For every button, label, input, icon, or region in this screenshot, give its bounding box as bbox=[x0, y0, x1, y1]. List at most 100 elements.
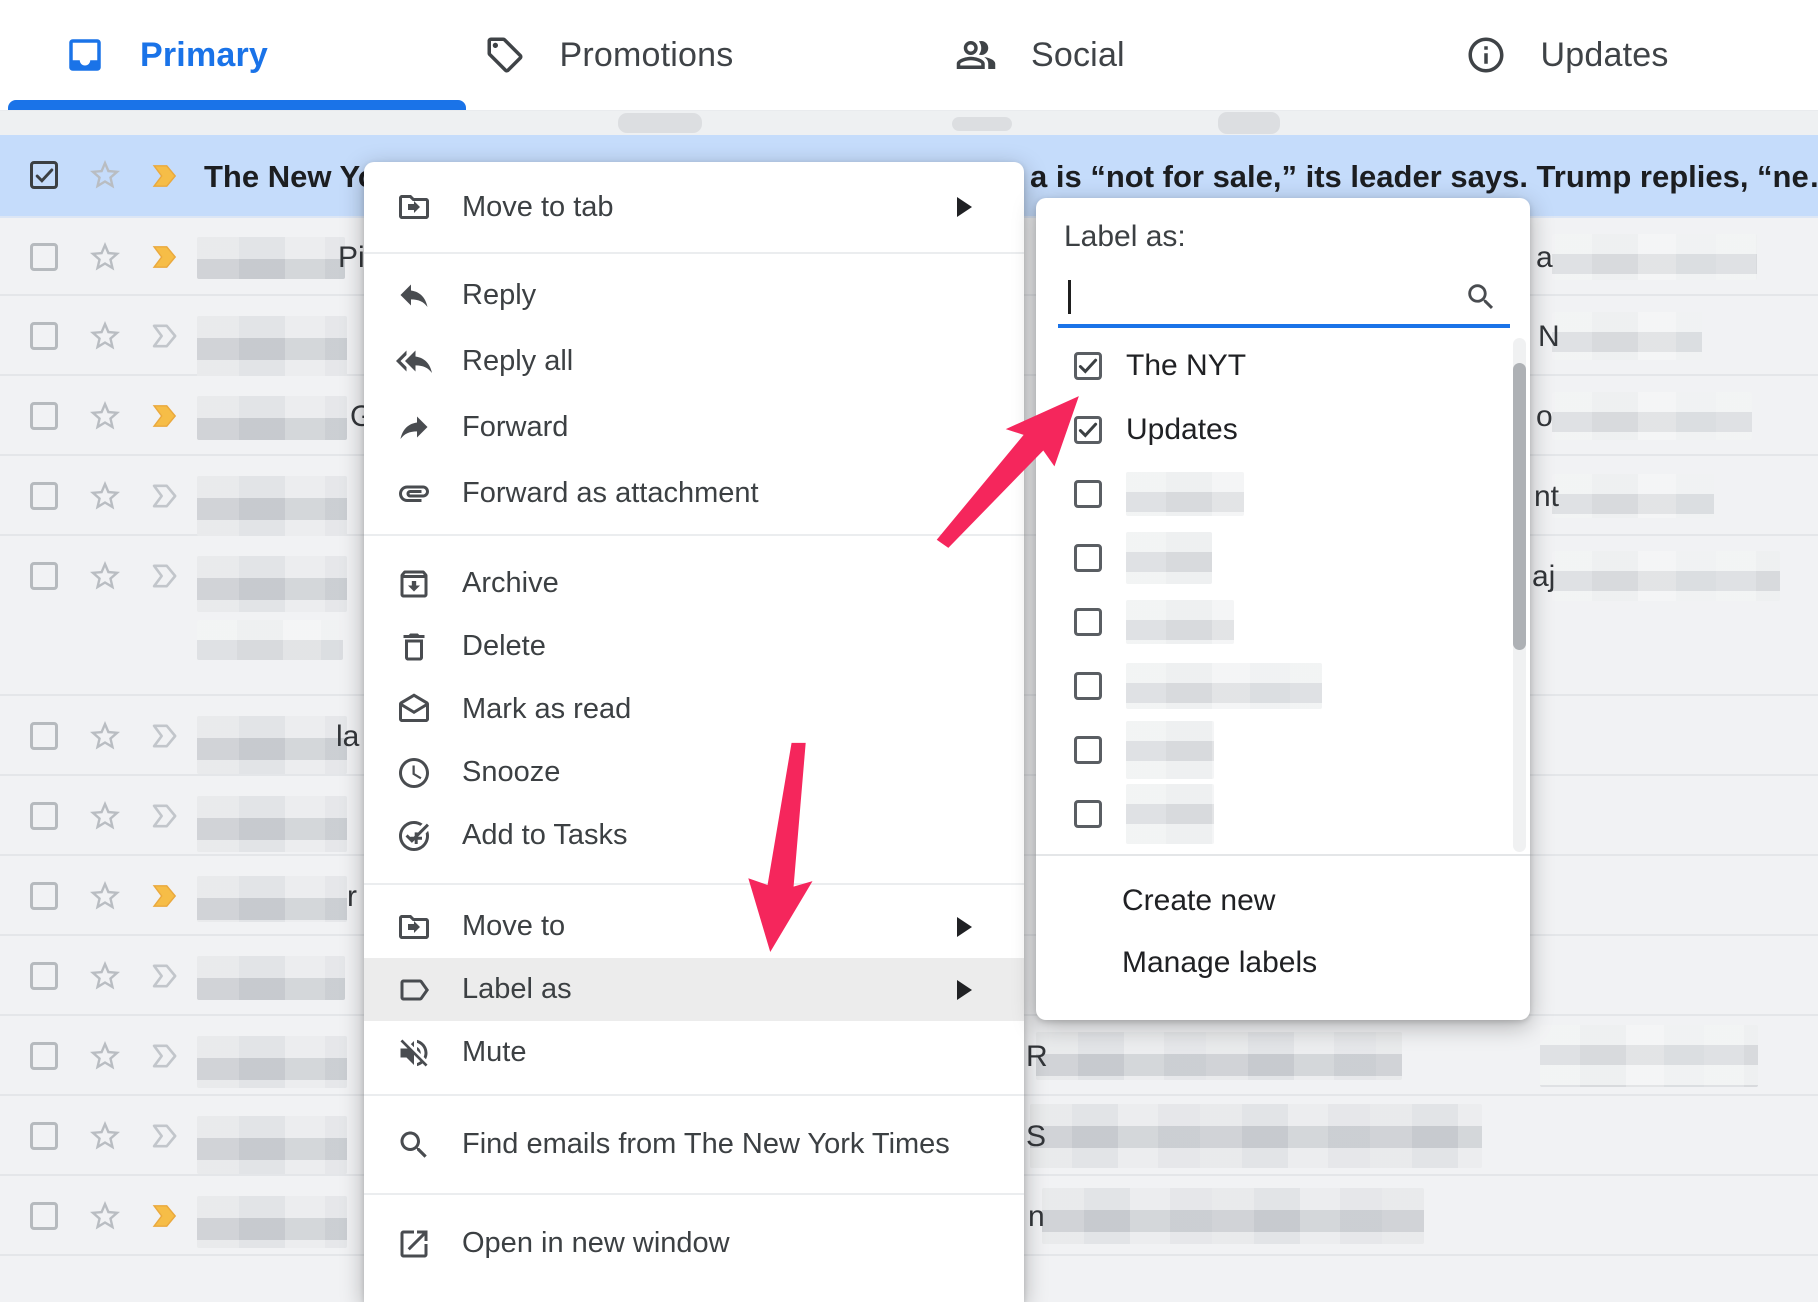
label-as-title: Label as: bbox=[1064, 220, 1186, 254]
importance-marker-yellow[interactable] bbox=[146, 400, 184, 432]
menu-item-forward-as-attachment[interactable]: Forward as attachment bbox=[364, 460, 1024, 526]
importance-marker-yellow[interactable] bbox=[146, 241, 184, 273]
row-checkbox[interactable] bbox=[30, 1202, 58, 1230]
mark-read-icon bbox=[396, 692, 432, 728]
row-checkbox[interactable] bbox=[30, 322, 58, 350]
row-checkbox[interactable] bbox=[30, 482, 58, 510]
label-option-blurred[interactable] bbox=[1036, 526, 1530, 590]
label-option-blurred[interactable] bbox=[1036, 462, 1530, 526]
star-icon[interactable] bbox=[87, 798, 123, 834]
label-checkbox[interactable] bbox=[1074, 480, 1102, 508]
reply-icon bbox=[396, 277, 432, 313]
text-fragment: a bbox=[1536, 241, 1553, 275]
tab-social-label: Social bbox=[1031, 36, 1125, 75]
menu-item-label: Forward as attachment bbox=[462, 477, 759, 510]
menu-section: Open in new window bbox=[364, 1193, 1024, 1292]
menu-item-add-to-tasks[interactable]: Add to Tasks bbox=[364, 804, 1024, 867]
scrollbar-thumb[interactable] bbox=[1513, 363, 1526, 650]
menu-item-label-as[interactable]: Label as bbox=[364, 958, 1024, 1021]
star-icon[interactable] bbox=[87, 478, 123, 514]
menu-item-mark-as-read[interactable]: Mark as read bbox=[364, 678, 1024, 741]
label-option-the-nyt[interactable]: The NYT bbox=[1036, 334, 1530, 398]
star-icon[interactable] bbox=[87, 157, 123, 193]
importance-marker-gray[interactable] bbox=[146, 720, 184, 752]
menu-section: Move to tab bbox=[364, 162, 1024, 252]
importance-marker-yellow[interactable] bbox=[146, 880, 184, 912]
label-option-blurred[interactable] bbox=[1036, 782, 1530, 846]
tab-promotions[interactable]: Promotions bbox=[418, 0, 838, 110]
create-new-label-button[interactable]: Create new bbox=[1036, 870, 1530, 932]
star-icon[interactable] bbox=[87, 718, 123, 754]
label-checkbox-checked[interactable] bbox=[1074, 352, 1102, 380]
blurred-label-name bbox=[1126, 472, 1244, 516]
importance-marker-gray[interactable] bbox=[146, 1040, 184, 1072]
blurred-label-name bbox=[1126, 663, 1322, 709]
trash-icon bbox=[396, 629, 432, 665]
menu-item-move-to[interactable]: Move to bbox=[364, 895, 1024, 958]
menu-item-delete[interactable]: Delete bbox=[364, 615, 1024, 678]
row-checkbox-checked[interactable] bbox=[30, 161, 58, 189]
importance-marker-gray[interactable] bbox=[146, 800, 184, 832]
row-checkbox[interactable] bbox=[30, 1122, 58, 1150]
text-cursor bbox=[1068, 280, 1071, 314]
label-checkbox[interactable] bbox=[1074, 608, 1102, 636]
star-icon[interactable] bbox=[87, 398, 123, 434]
email-subject: a is “not for sale,” its leader says. Tr… bbox=[1030, 159, 1818, 195]
tab-updates[interactable]: Updates bbox=[1309, 0, 1818, 110]
label-option-blurred[interactable] bbox=[1036, 718, 1530, 782]
star-icon[interactable] bbox=[87, 958, 123, 994]
row-checkbox[interactable] bbox=[30, 402, 58, 430]
text-fragment: r bbox=[347, 880, 357, 914]
label-search-input[interactable] bbox=[1058, 272, 1510, 328]
menu-section: ArchiveDeleteMark as readSnooze Add to Ta… bbox=[364, 534, 1024, 883]
row-checkbox[interactable] bbox=[30, 882, 58, 910]
menu-item-find-emails-from-the-new-york-times[interactable]: Find emails from The New York Times bbox=[364, 1097, 1024, 1192]
star-icon[interactable] bbox=[87, 878, 123, 914]
label-checkbox[interactable] bbox=[1074, 800, 1102, 828]
importance-marker-yellow[interactable] bbox=[146, 160, 184, 192]
blurred-sender bbox=[197, 237, 345, 279]
menu-item-open-in-new-window[interactable]: Open in new window bbox=[364, 1196, 1024, 1291]
menu-item-archive[interactable]: Archive bbox=[364, 552, 1024, 615]
label-option-blurred[interactable] bbox=[1036, 590, 1530, 654]
importance-marker-gray[interactable] bbox=[146, 960, 184, 992]
star-icon[interactable] bbox=[87, 1038, 123, 1074]
label-option-blurred[interactable] bbox=[1036, 654, 1530, 718]
star-icon[interactable] bbox=[87, 1118, 123, 1154]
tab-primary[interactable]: Primary bbox=[0, 0, 418, 110]
menu-item-forward[interactable]: Forward bbox=[364, 394, 1024, 460]
importance-marker-gray[interactable] bbox=[146, 480, 184, 512]
menu-item-reply[interactable]: Reply bbox=[364, 262, 1024, 328]
star-icon[interactable] bbox=[87, 239, 123, 275]
menu-section: Find emails from The New York Times bbox=[364, 1094, 1024, 1193]
row-checkbox[interactable] bbox=[30, 802, 58, 830]
menu-item-reply-all[interactable]: Reply all bbox=[364, 328, 1024, 394]
star-icon[interactable] bbox=[87, 558, 123, 594]
importance-marker-yellow[interactable] bbox=[146, 1200, 184, 1232]
row-checkbox[interactable] bbox=[30, 962, 58, 990]
importance-marker-gray[interactable] bbox=[146, 320, 184, 352]
label-checkbox[interactable] bbox=[1074, 736, 1102, 764]
active-tab-indicator bbox=[8, 100, 466, 110]
label-checkbox[interactable] bbox=[1074, 544, 1102, 572]
importance-marker-gray[interactable] bbox=[146, 1120, 184, 1152]
row-checkbox[interactable] bbox=[30, 243, 58, 271]
row-checkbox[interactable] bbox=[30, 562, 58, 590]
star-icon[interactable] bbox=[87, 1198, 123, 1234]
manage-labels-button[interactable]: Manage labels bbox=[1036, 932, 1530, 994]
star-icon[interactable] bbox=[87, 318, 123, 354]
menu-item-move-to-tab[interactable]: Move to tab bbox=[364, 175, 1024, 239]
label-option-updates[interactable]: Updates bbox=[1036, 398, 1530, 462]
blurred-sender bbox=[197, 876, 347, 922]
row-checkbox[interactable] bbox=[30, 1042, 58, 1070]
menu-item-label: Add to Tasks bbox=[462, 819, 628, 852]
menu-item-mute[interactable]: Mute bbox=[364, 1021, 1024, 1084]
menu-item-label: Open in new window bbox=[462, 1227, 730, 1260]
menu-item-snooze[interactable]: Snooze bbox=[364, 741, 1024, 804]
row-checkbox[interactable] bbox=[30, 722, 58, 750]
importance-marker-gray[interactable] bbox=[146, 560, 184, 592]
label-checkbox-checked[interactable] bbox=[1074, 416, 1102, 444]
text-fragment: n bbox=[1028, 1200, 1045, 1234]
tab-social[interactable]: Social bbox=[837, 0, 1309, 110]
label-checkbox[interactable] bbox=[1074, 672, 1102, 700]
